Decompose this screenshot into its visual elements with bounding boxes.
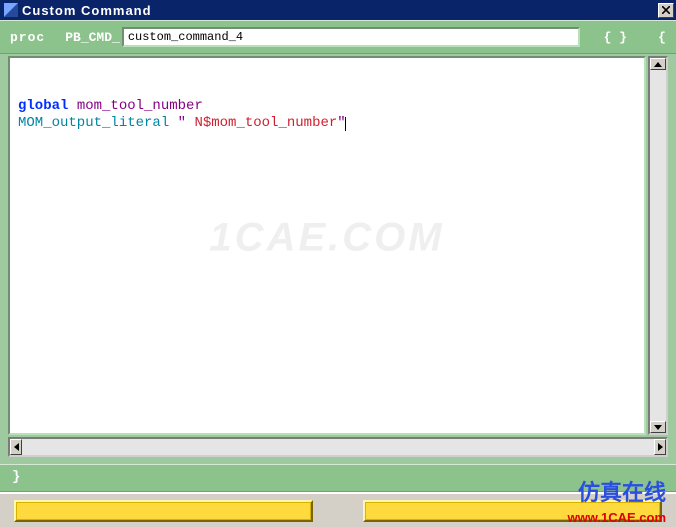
scroll-left-button[interactable] bbox=[10, 439, 22, 455]
title-bar: Custom Command bbox=[0, 0, 676, 20]
bottom-button-2[interactable] bbox=[363, 500, 662, 522]
close-button[interactable] bbox=[658, 3, 674, 18]
scroll-up-button[interactable] bbox=[650, 58, 666, 70]
scroll-right-button[interactable] bbox=[654, 439, 666, 455]
vertical-scroll-track[interactable] bbox=[650, 70, 666, 421]
horizontal-scroll-track[interactable] bbox=[22, 439, 654, 455]
proc-close-brace-row: } bbox=[0, 464, 676, 492]
code-keyword-global: global bbox=[18, 98, 68, 114]
code-editor[interactable]: 1CAE.COM global mom_tool_number MOM_outp… bbox=[8, 56, 646, 435]
code-string: N$mom_tool_number bbox=[186, 115, 337, 131]
proc-close-brace: } bbox=[12, 469, 20, 485]
command-prefix: PB_CMD_ bbox=[65, 30, 120, 45]
code-space bbox=[169, 115, 177, 131]
window-title: Custom Command bbox=[22, 3, 656, 18]
app-icon bbox=[4, 3, 18, 17]
bottom-button-1[interactable] bbox=[14, 500, 313, 522]
watermark-text: 1CAE.COM bbox=[209, 230, 444, 247]
dialog-button-bar bbox=[0, 492, 676, 527]
proc-braces-open: { } { bbox=[604, 30, 666, 45]
command-name-input[interactable] bbox=[122, 27, 580, 47]
proc-header: proc PB_CMD_ { } { bbox=[0, 20, 676, 54]
code-var-1: mom_tool_number bbox=[68, 98, 202, 114]
scroll-down-button[interactable] bbox=[650, 421, 666, 433]
proc-keyword: proc bbox=[10, 30, 45, 45]
horizontal-scrollbar[interactable] bbox=[8, 437, 668, 457]
text-caret bbox=[345, 117, 346, 131]
code-func: MOM_output_literal bbox=[18, 115, 169, 131]
code-quote-open: " bbox=[178, 115, 186, 131]
vertical-scrollbar[interactable] bbox=[648, 56, 668, 435]
editor-area: 1CAE.COM global mom_tool_number MOM_outp… bbox=[8, 56, 668, 457]
